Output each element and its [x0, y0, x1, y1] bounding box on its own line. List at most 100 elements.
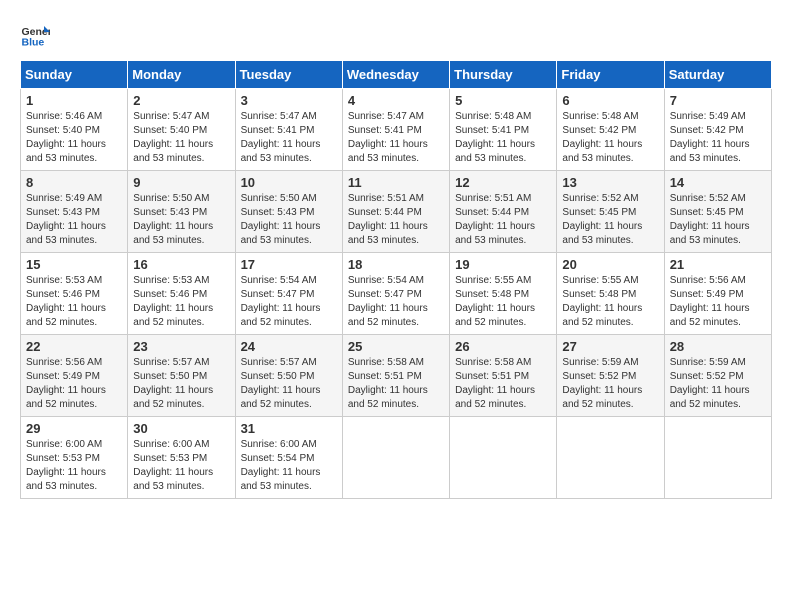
day-number: 8	[26, 175, 122, 190]
day-info: Sunrise: 6:00 AMSunset: 5:53 PMDaylight:…	[26, 439, 106, 492]
day-info: Sunrise: 5:47 AMSunset: 5:41 PMDaylight:…	[348, 111, 428, 164]
day-info: Sunrise: 5:57 AMSunset: 5:50 PMDaylight:…	[133, 357, 213, 410]
day-number: 28	[670, 339, 766, 354]
day-cell: 4 Sunrise: 5:47 AMSunset: 5:41 PMDayligh…	[342, 89, 449, 171]
day-cell: 8 Sunrise: 5:49 AMSunset: 5:43 PMDayligh…	[21, 171, 128, 253]
day-cell: 16 Sunrise: 5:53 AMSunset: 5:46 PMDaylig…	[128, 253, 235, 335]
logo: General Blue	[20, 20, 54, 50]
day-cell: 2 Sunrise: 5:47 AMSunset: 5:40 PMDayligh…	[128, 89, 235, 171]
header-sunday: Sunday	[21, 61, 128, 89]
day-info: Sunrise: 5:51 AMSunset: 5:44 PMDaylight:…	[455, 193, 535, 246]
day-info: Sunrise: 5:52 AMSunset: 5:45 PMDaylight:…	[670, 193, 750, 246]
day-number: 4	[348, 93, 444, 108]
calendar-header-row: SundayMondayTuesdayWednesdayThursdayFrid…	[21, 61, 772, 89]
day-info: Sunrise: 6:00 AMSunset: 5:53 PMDaylight:…	[133, 439, 213, 492]
day-cell: 30 Sunrise: 6:00 AMSunset: 5:53 PMDaylig…	[128, 417, 235, 499]
day-cell: 9 Sunrise: 5:50 AMSunset: 5:43 PMDayligh…	[128, 171, 235, 253]
day-number: 19	[455, 257, 551, 272]
day-number: 25	[348, 339, 444, 354]
day-info: Sunrise: 5:57 AMSunset: 5:50 PMDaylight:…	[241, 357, 321, 410]
day-number: 7	[670, 93, 766, 108]
day-number: 29	[26, 421, 122, 436]
day-info: Sunrise: 5:48 AMSunset: 5:42 PMDaylight:…	[562, 111, 642, 164]
day-cell: 24 Sunrise: 5:57 AMSunset: 5:50 PMDaylig…	[235, 335, 342, 417]
day-number: 31	[241, 421, 337, 436]
day-number: 20	[562, 257, 658, 272]
day-number: 3	[241, 93, 337, 108]
day-info: Sunrise: 5:49 AMSunset: 5:43 PMDaylight:…	[26, 193, 106, 246]
day-cell: 17 Sunrise: 5:54 AMSunset: 5:47 PMDaylig…	[235, 253, 342, 335]
day-number: 23	[133, 339, 229, 354]
day-cell	[664, 417, 771, 499]
svg-text:Blue: Blue	[22, 37, 45, 49]
day-cell	[557, 417, 664, 499]
day-cell: 11 Sunrise: 5:51 AMSunset: 5:44 PMDaylig…	[342, 171, 449, 253]
day-cell: 3 Sunrise: 5:47 AMSunset: 5:41 PMDayligh…	[235, 89, 342, 171]
day-number: 18	[348, 257, 444, 272]
day-number: 5	[455, 93, 551, 108]
day-info: Sunrise: 5:55 AMSunset: 5:48 PMDaylight:…	[455, 275, 535, 328]
day-info: Sunrise: 5:58 AMSunset: 5:51 PMDaylight:…	[348, 357, 428, 410]
header-monday: Monday	[128, 61, 235, 89]
day-cell: 27 Sunrise: 5:59 AMSunset: 5:52 PMDaylig…	[557, 335, 664, 417]
day-number: 30	[133, 421, 229, 436]
day-info: Sunrise: 5:59 AMSunset: 5:52 PMDaylight:…	[670, 357, 750, 410]
week-row-4: 22 Sunrise: 5:56 AMSunset: 5:49 PMDaylig…	[21, 335, 772, 417]
logo-icon: General Blue	[20, 20, 50, 50]
day-info: Sunrise: 5:53 AMSunset: 5:46 PMDaylight:…	[133, 275, 213, 328]
day-cell: 21 Sunrise: 5:56 AMSunset: 5:49 PMDaylig…	[664, 253, 771, 335]
day-cell: 23 Sunrise: 5:57 AMSunset: 5:50 PMDaylig…	[128, 335, 235, 417]
day-cell: 20 Sunrise: 5:55 AMSunset: 5:48 PMDaylig…	[557, 253, 664, 335]
day-number: 1	[26, 93, 122, 108]
week-row-3: 15 Sunrise: 5:53 AMSunset: 5:46 PMDaylig…	[21, 253, 772, 335]
day-info: Sunrise: 5:55 AMSunset: 5:48 PMDaylight:…	[562, 275, 642, 328]
day-number: 14	[670, 175, 766, 190]
day-number: 11	[348, 175, 444, 190]
day-number: 26	[455, 339, 551, 354]
week-row-1: 1 Sunrise: 5:46 AMSunset: 5:40 PMDayligh…	[21, 89, 772, 171]
day-cell: 12 Sunrise: 5:51 AMSunset: 5:44 PMDaylig…	[450, 171, 557, 253]
day-cell: 14 Sunrise: 5:52 AMSunset: 5:45 PMDaylig…	[664, 171, 771, 253]
day-info: Sunrise: 6:00 AMSunset: 5:54 PMDaylight:…	[241, 439, 321, 492]
day-info: Sunrise: 5:47 AMSunset: 5:41 PMDaylight:…	[241, 111, 321, 164]
header: General Blue	[20, 20, 772, 50]
day-cell	[342, 417, 449, 499]
day-cell: 7 Sunrise: 5:49 AMSunset: 5:42 PMDayligh…	[664, 89, 771, 171]
day-cell: 15 Sunrise: 5:53 AMSunset: 5:46 PMDaylig…	[21, 253, 128, 335]
day-number: 13	[562, 175, 658, 190]
day-cell: 1 Sunrise: 5:46 AMSunset: 5:40 PMDayligh…	[21, 89, 128, 171]
day-info: Sunrise: 5:56 AMSunset: 5:49 PMDaylight:…	[26, 357, 106, 410]
week-row-5: 29 Sunrise: 6:00 AMSunset: 5:53 PMDaylig…	[21, 417, 772, 499]
day-number: 15	[26, 257, 122, 272]
day-info: Sunrise: 5:56 AMSunset: 5:49 PMDaylight:…	[670, 275, 750, 328]
day-number: 21	[670, 257, 766, 272]
day-info: Sunrise: 5:50 AMSunset: 5:43 PMDaylight:…	[241, 193, 321, 246]
day-cell: 13 Sunrise: 5:52 AMSunset: 5:45 PMDaylig…	[557, 171, 664, 253]
day-cell: 6 Sunrise: 5:48 AMSunset: 5:42 PMDayligh…	[557, 89, 664, 171]
day-number: 10	[241, 175, 337, 190]
day-cell: 10 Sunrise: 5:50 AMSunset: 5:43 PMDaylig…	[235, 171, 342, 253]
day-info: Sunrise: 5:50 AMSunset: 5:43 PMDaylight:…	[133, 193, 213, 246]
day-number: 22	[26, 339, 122, 354]
day-cell: 31 Sunrise: 6:00 AMSunset: 5:54 PMDaylig…	[235, 417, 342, 499]
day-cell: 22 Sunrise: 5:56 AMSunset: 5:49 PMDaylig…	[21, 335, 128, 417]
header-friday: Friday	[557, 61, 664, 89]
header-wednesday: Wednesday	[342, 61, 449, 89]
day-cell: 18 Sunrise: 5:54 AMSunset: 5:47 PMDaylig…	[342, 253, 449, 335]
day-info: Sunrise: 5:51 AMSunset: 5:44 PMDaylight:…	[348, 193, 428, 246]
day-cell: 5 Sunrise: 5:48 AMSunset: 5:41 PMDayligh…	[450, 89, 557, 171]
day-info: Sunrise: 5:53 AMSunset: 5:46 PMDaylight:…	[26, 275, 106, 328]
day-number: 27	[562, 339, 658, 354]
day-number: 17	[241, 257, 337, 272]
day-cell: 26 Sunrise: 5:58 AMSunset: 5:51 PMDaylig…	[450, 335, 557, 417]
day-info: Sunrise: 5:48 AMSunset: 5:41 PMDaylight:…	[455, 111, 535, 164]
calendar: SundayMondayTuesdayWednesdayThursdayFrid…	[20, 60, 772, 499]
day-info: Sunrise: 5:47 AMSunset: 5:40 PMDaylight:…	[133, 111, 213, 164]
day-info: Sunrise: 5:59 AMSunset: 5:52 PMDaylight:…	[562, 357, 642, 410]
day-cell: 25 Sunrise: 5:58 AMSunset: 5:51 PMDaylig…	[342, 335, 449, 417]
day-number: 24	[241, 339, 337, 354]
day-info: Sunrise: 5:49 AMSunset: 5:42 PMDaylight:…	[670, 111, 750, 164]
week-row-2: 8 Sunrise: 5:49 AMSunset: 5:43 PMDayligh…	[21, 171, 772, 253]
header-tuesday: Tuesday	[235, 61, 342, 89]
day-number: 12	[455, 175, 551, 190]
